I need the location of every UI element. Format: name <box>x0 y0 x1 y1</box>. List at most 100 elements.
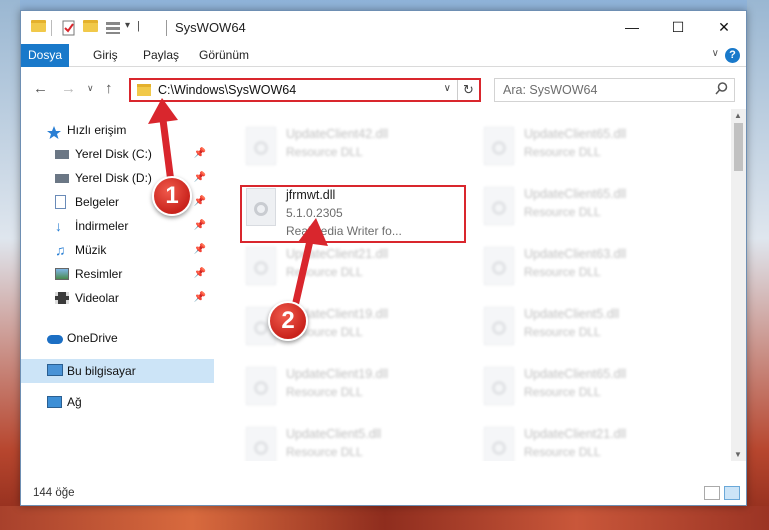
up-arrow-icon[interactable]: ↑ <box>105 80 113 97</box>
drive-icon <box>55 174 69 183</box>
nav-item-pictures[interactable]: Resimler 📌 <box>21 263 214 285</box>
search-box[interactable]: Ara: SysWOW64 <box>494 78 735 102</box>
desktop-background-left <box>0 0 20 530</box>
nav-item-label: Ağ <box>67 395 82 409</box>
file-tile[interactable]: UpdateClient19.dll Resource DLL <box>240 363 470 413</box>
help-icon[interactable]: ? <box>725 48 740 63</box>
view-options-icon[interactable] <box>105 20 121 36</box>
properties-icon[interactable] <box>61 20 77 36</box>
nav-item-label: İndirmeler <box>75 219 129 233</box>
file-name: UpdateClient63.dll <box>524 247 627 261</box>
file-type: Resource DLL <box>524 385 601 399</box>
qa-separator-pipe: | <box>137 20 140 32</box>
address-bar[interactable]: C:\Windows\SysWOW64 ∨ ↻ <box>129 78 481 102</box>
cloud-icon <box>47 335 63 344</box>
forward-arrow-icon[interactable]: → <box>61 80 76 97</box>
close-button[interactable]: ✕ <box>701 11 747 43</box>
nav-item-label: Yerel Disk (D:) <box>75 171 152 185</box>
file-tile[interactable]: UpdateClient65.dll Resource DLL <box>478 363 708 413</box>
dll-file-icon <box>484 247 514 285</box>
pin-icon: 📌 <box>193 220 206 231</box>
computer-icon <box>47 364 63 376</box>
nav-item-label: Yerel Disk (C:) <box>75 147 152 161</box>
file-tile[interactable]: UpdateClient21.dll Resource DLL <box>478 423 708 461</box>
highlight-box <box>240 185 466 243</box>
details-view-icon[interactable] <box>704 486 720 500</box>
file-tile[interactable]: UpdateClient5.dll Resource DLL <box>240 423 470 461</box>
file-tile[interactable]: UpdateClient65.dll Resource DLL <box>478 183 708 233</box>
music-icon: ♫ <box>55 242 66 258</box>
file-name: UpdateClient65.dll <box>524 187 627 201</box>
address-path[interactable]: C:\Windows\SysWOW64 <box>158 83 296 97</box>
videos-icon <box>55 292 69 304</box>
network-icon <box>47 396 62 408</box>
file-tile[interactable]: UpdateClient42.dll Resource DLL <box>240 123 470 173</box>
scroll-up-icon[interactable]: ▲ <box>734 111 742 120</box>
star-icon <box>47 124 61 139</box>
dll-file-icon <box>246 127 276 165</box>
file-tile[interactable]: UpdateClient5.dll Resource DLL <box>478 303 708 353</box>
nav-item-label: Müzik <box>75 243 107 257</box>
dll-file-icon <box>484 427 514 461</box>
nav-item-quick-access[interactable]: Hızlı erişim <box>21 119 214 141</box>
nav-item-videos[interactable]: Videolar 📌 <box>21 287 214 309</box>
desktop-background-right <box>747 0 769 530</box>
documents-icon <box>55 195 66 209</box>
vertical-scrollbar[interactable]: ▲ ▼ <box>731 109 746 461</box>
window-title: SysWOW64 <box>175 20 246 35</box>
nav-item-music[interactable]: ♫ Müzik 📌 <box>21 239 214 261</box>
step-2-badge: 2 <box>268 301 308 341</box>
title-bar: ▾ | SysWOW64 — ☐ ✕ <box>21 11 746 44</box>
tab-home[interactable]: Giriş <box>93 44 118 67</box>
nav-item-onedrive[interactable]: OneDrive <box>21 327 214 349</box>
file-tile[interactable]: UpdateClient21.dll Resource DLL <box>240 243 470 293</box>
scroll-down-icon[interactable]: ▼ <box>734 450 742 459</box>
search-icon[interactable] <box>715 82 728 98</box>
nav-item-network[interactable]: Ağ <box>21 391 214 413</box>
new-folder-icon[interactable] <box>83 20 98 36</box>
file-type: Resource DLL <box>286 445 363 459</box>
pin-icon: 📌 <box>193 244 206 255</box>
address-dropdown-icon[interactable]: ∨ <box>444 83 451 94</box>
file-name: UpdateClient19.dll <box>286 367 389 381</box>
pin-icon: 📌 <box>193 172 206 183</box>
file-type: Resource DLL <box>286 265 363 279</box>
tab-share[interactable]: Paylaş <box>143 44 179 67</box>
nav-item-downloads[interactable]: ↓ İndirmeler 📌 <box>21 215 214 237</box>
maximize-button[interactable]: ☐ <box>655 11 701 43</box>
nav-item-label: OneDrive <box>67 331 118 345</box>
dll-file-icon <box>246 367 276 405</box>
expand-ribbon-icon[interactable]: ∨ <box>712 48 719 59</box>
tab-file[interactable]: Dosya <box>21 44 69 67</box>
tab-view[interactable]: Görünüm <box>199 44 249 67</box>
recent-locations-chevron-icon[interactable]: ∨ <box>87 83 94 94</box>
file-type: Resource DLL <box>524 205 601 219</box>
search-placeholder: Ara: SysWOW64 <box>503 83 598 97</box>
back-arrow-icon[interactable]: ← <box>33 80 48 97</box>
file-type: Resource DLL <box>286 145 363 159</box>
minimize-button[interactable]: — <box>609 11 655 43</box>
file-name: UpdateClient65.dll <box>524 367 627 381</box>
nav-item-label: Belgeler <box>75 195 120 209</box>
pin-icon: 📌 <box>193 268 206 279</box>
file-type: Resource DLL <box>524 145 601 159</box>
address-row: ← → ∨ ↑ C:\Windows\SysWOW64 ∨ ↻ Ara: Sys… <box>21 67 746 109</box>
file-type: Resource DLL <box>286 385 363 399</box>
dll-file-icon <box>246 247 276 285</box>
nav-item-label: Hızlı erişim <box>67 123 127 137</box>
nav-item-this-pc[interactable]: Bu bilgisayar <box>21 359 214 383</box>
nav-item-label: Bu bilgisayar <box>67 364 136 378</box>
folder-icon <box>31 20 46 36</box>
file-name: UpdateClient65.dll <box>524 127 627 141</box>
file-tile[interactable]: UpdateClient65.dll Resource DLL <box>478 123 708 173</box>
pin-icon: 📌 <box>193 292 206 303</box>
file-tile[interactable]: UpdateClient63.dll Resource DLL <box>478 243 708 293</box>
tiles-view-icon[interactable] <box>724 486 740 500</box>
dll-file-icon <box>246 427 276 461</box>
refresh-button[interactable]: ↻ <box>457 80 479 100</box>
nav-item-drive-c[interactable]: Yerel Disk (C:) 📌 <box>21 143 214 165</box>
customize-qa-dropdown[interactable]: ▾ <box>125 20 130 36</box>
file-name: UpdateClient21.dll <box>286 247 389 261</box>
dll-file-icon <box>484 127 514 165</box>
scroll-thumb[interactable] <box>734 123 743 171</box>
